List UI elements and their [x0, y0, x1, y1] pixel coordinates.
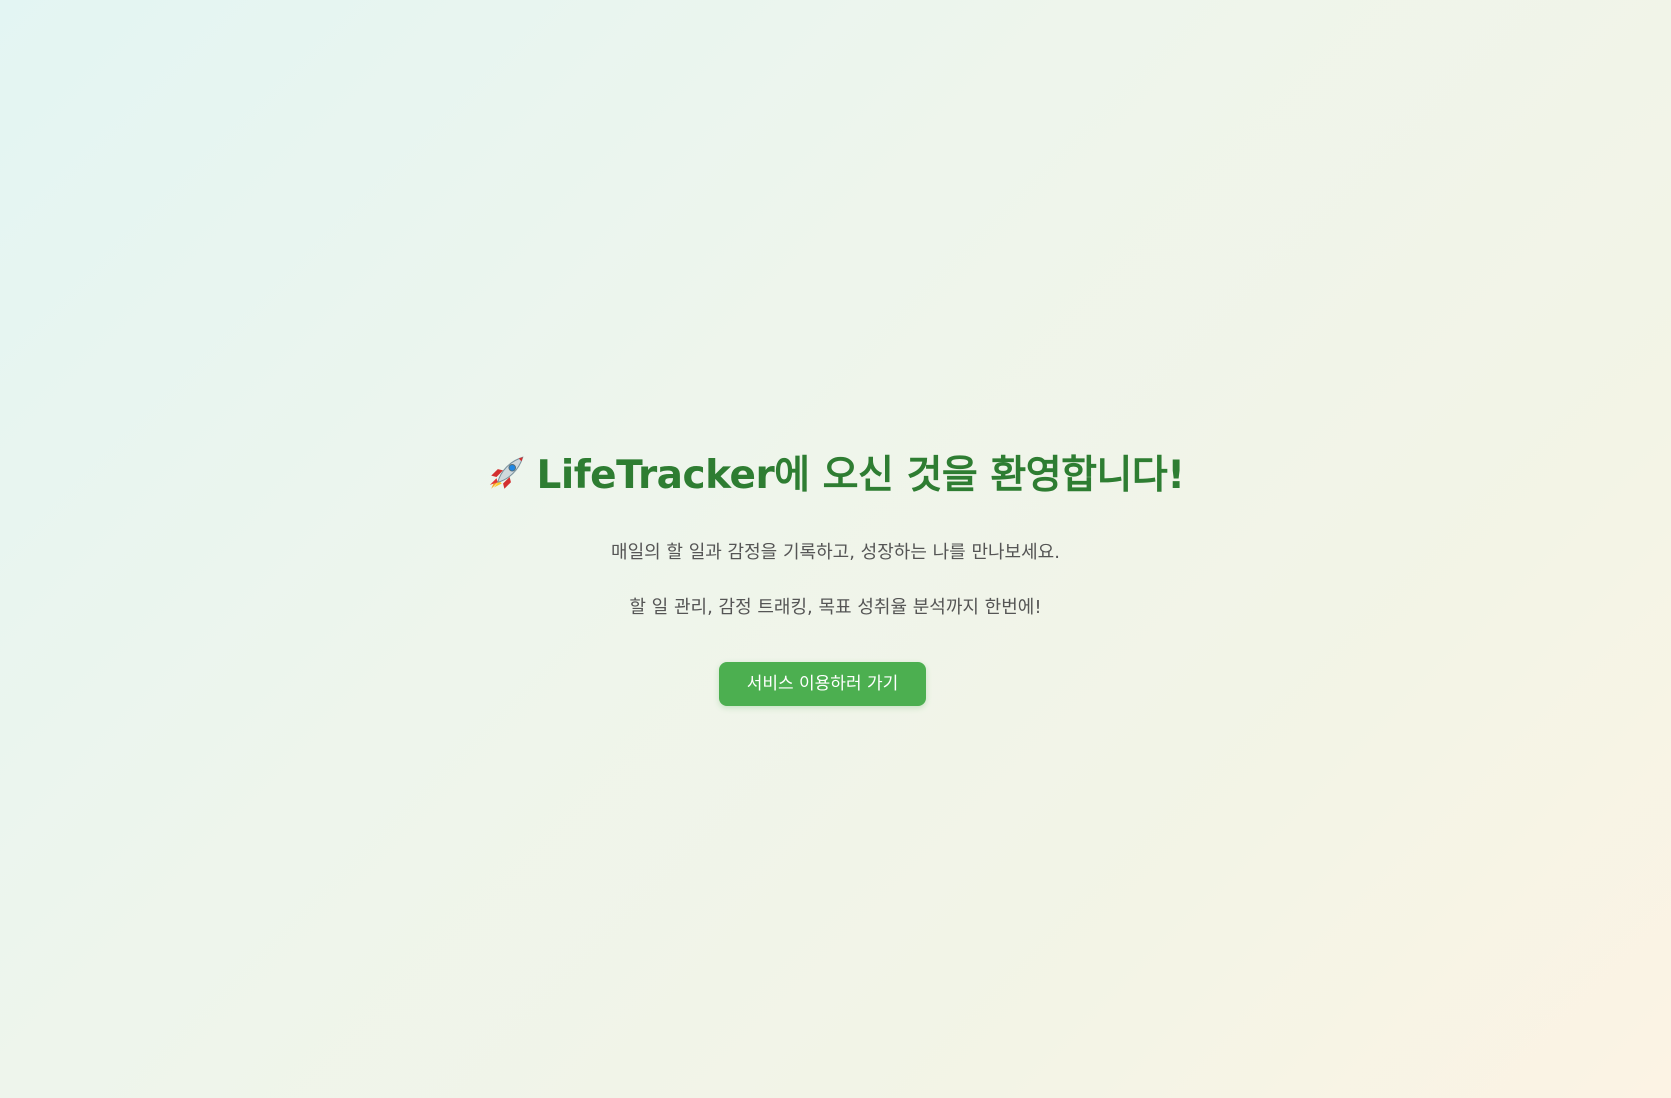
welcome-hero: LifeTracker에 오신 것을 환영합니다! 매일의 할 일과 감정을 기… [0, 0, 1671, 1098]
subtitle-line-1: 매일의 할 일과 감정을 기록하고, 성장하는 나를 만나보세요. [611, 542, 1060, 563]
start-service-button[interactable]: 서비스 이용하러 가기 [719, 662, 926, 706]
subtitle-line-2: 할 일 관리, 감정 트래킹, 목표 성취율 분석까지 한번에! [629, 597, 1042, 618]
title-text: LifeTracker에 오신 것을 환영합니다! [536, 453, 1185, 498]
page-title: LifeTracker에 오신 것을 환영합니다! [0, 452, 1671, 499]
rocket-icon [490, 456, 524, 489]
